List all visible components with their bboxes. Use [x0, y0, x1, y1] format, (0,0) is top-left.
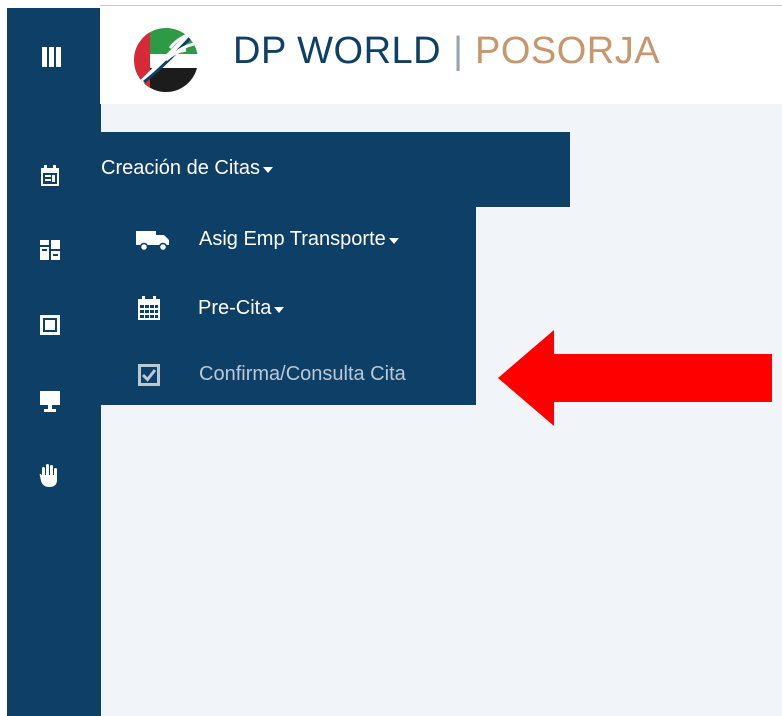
menu-creacion-label: Creación de Citas	[101, 157, 260, 179]
brand-secondary: POSORJA	[474, 29, 661, 72]
checkbox-icon	[138, 363, 160, 386]
chevron-down-icon	[262, 167, 273, 173]
chevron-down-icon	[274, 306, 285, 313]
brand-separator: |	[453, 29, 463, 72]
brand-primary: DP WORLD	[233, 29, 442, 72]
brand-title: DP WORLD | POSORJA	[233, 25, 660, 77]
monitor-icon[interactable]	[40, 391, 64, 413]
submenu-item-label: Confirma/Consulta Cita	[199, 363, 406, 385]
menu-creacion-de-citas[interactable]: Creación de Citas	[101, 157, 273, 180]
submenu-item-pre-cita[interactable]: Pre-Cita	[138, 296, 285, 320]
menu-icon[interactable]	[42, 47, 64, 67]
truck-icon	[136, 229, 172, 251]
dp-world-logo	[130, 24, 202, 96]
dashboard-icon[interactable]	[40, 240, 64, 262]
sidebar	[7, 8, 101, 716]
submenu-item-label: Pre-Cita	[198, 296, 272, 319]
calendar-grid-icon	[138, 296, 160, 320]
submenu-item-label: Asig Emp Transporte	[199, 228, 386, 250]
chevron-down-icon	[388, 238, 399, 244]
hand-stop-icon[interactable]	[38, 464, 62, 487]
calendar-icon[interactable]	[40, 165, 64, 187]
submenu-item-asig-emp-transporte[interactable]: Asig Emp Transporte	[136, 228, 399, 251]
submenu-item-confirma-consulta-cita[interactable]: Confirma/Consulta Cita	[138, 363, 406, 386]
annotation-arrow-icon	[498, 330, 772, 426]
window-icon[interactable]	[40, 315, 64, 337]
